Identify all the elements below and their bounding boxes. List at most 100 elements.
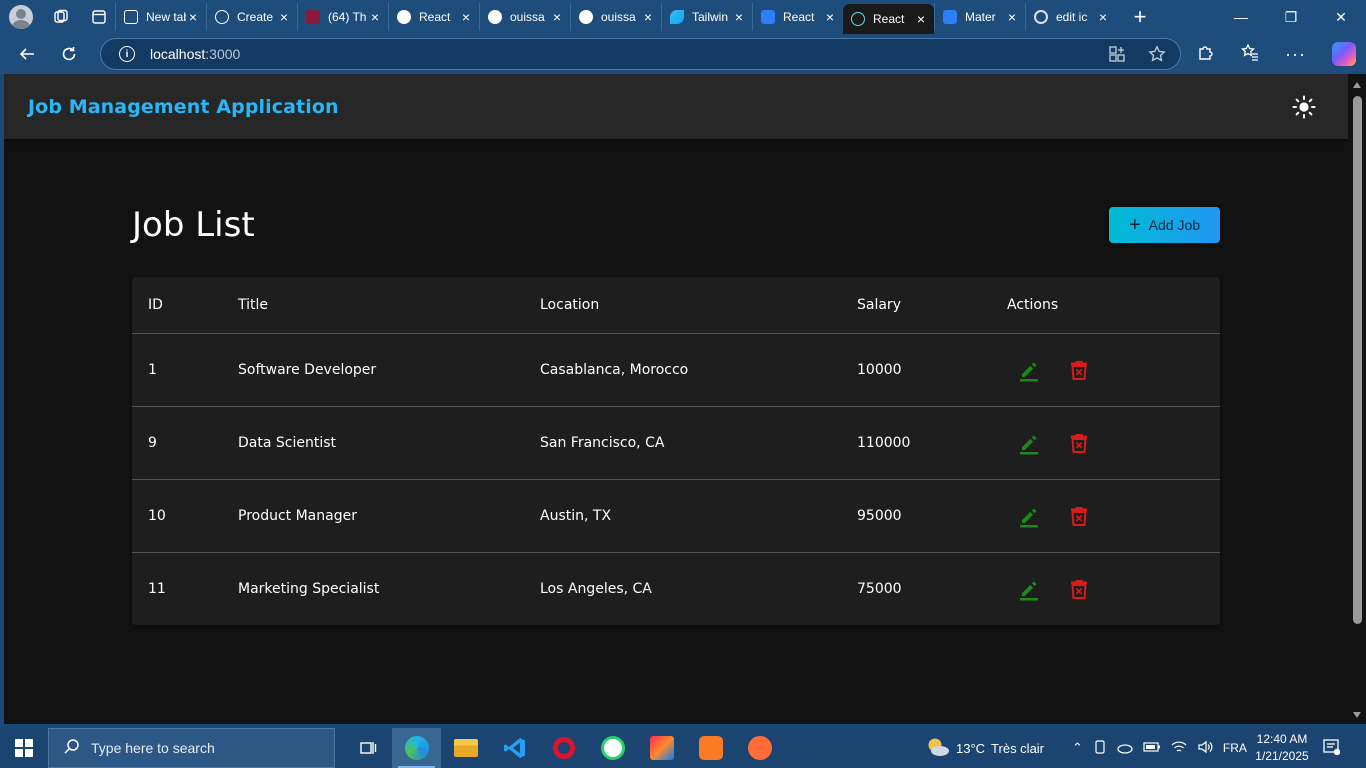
page-scrollbar[interactable] bbox=[1348, 74, 1366, 724]
tray-language[interactable]: FRA bbox=[1223, 741, 1247, 755]
browser-tab[interactable]: New tab × bbox=[115, 3, 206, 31]
scroll-down-arrow[interactable] bbox=[1353, 712, 1361, 718]
add-job-button[interactable]: + Add Job bbox=[1109, 207, 1220, 243]
taskbar-whatsapp[interactable] bbox=[588, 728, 637, 768]
cell-id: 1 bbox=[132, 332, 222, 406]
close-tab-icon[interactable]: × bbox=[1096, 9, 1110, 25]
profile-avatar[interactable] bbox=[9, 5, 33, 29]
theme-toggle-button[interactable] bbox=[1284, 87, 1324, 127]
taskbar-intellij[interactable] bbox=[637, 728, 686, 768]
browser-tab[interactable]: (64) Th × bbox=[297, 3, 388, 31]
xampp-icon bbox=[698, 736, 723, 760]
windows-logo-icon bbox=[15, 739, 33, 757]
tray-chevron-up-icon[interactable]: ⌃ bbox=[1072, 740, 1083, 756]
favorite-star-icon[interactable] bbox=[1148, 45, 1166, 68]
app-available-icon[interactable] bbox=[1108, 45, 1126, 68]
taskbar-file-explorer[interactable] bbox=[441, 728, 490, 768]
cell-location: Casablanca, Morocco bbox=[524, 332, 841, 406]
main-content: Job List + Add Job ID Title Location Sal… bbox=[132, 205, 1220, 625]
browser-tab[interactable]: Tailwin × bbox=[661, 3, 752, 31]
new-tab-icon bbox=[124, 10, 138, 24]
tab-list: New tab × Create × (64) Th × React × ouissa × ouis… bbox=[115, 0, 1116, 34]
workspaces-icon[interactable] bbox=[51, 7, 71, 27]
more-options-icon[interactable]: ··· bbox=[1285, 44, 1306, 65]
close-tab-icon[interactable]: × bbox=[1005, 9, 1019, 25]
delete-icon[interactable] bbox=[1065, 356, 1093, 384]
close-tab-icon[interactable]: × bbox=[186, 9, 200, 25]
mui-icon bbox=[943, 10, 957, 24]
browser-tab[interactable]: edit ic × bbox=[1025, 3, 1116, 31]
restore-button[interactable]: ❐ bbox=[1266, 0, 1316, 34]
tab-label: React bbox=[419, 10, 451, 24]
taskbar-edge[interactable] bbox=[392, 728, 441, 768]
browser-tab[interactable]: ouissa × bbox=[570, 3, 661, 31]
address-bar[interactable]: i localhost:3000 bbox=[100, 38, 1181, 70]
scrollbar-thumb[interactable] bbox=[1353, 96, 1362, 624]
copilot-icon[interactable] bbox=[1332, 42, 1356, 66]
delete-icon[interactable] bbox=[1065, 502, 1093, 530]
notification-center-icon[interactable] bbox=[1322, 738, 1341, 761]
taskbar-opera[interactable] bbox=[539, 728, 588, 768]
taskbar-search[interactable]: Type here to search bbox=[48, 728, 335, 768]
cell-id: 10 bbox=[132, 478, 222, 552]
close-window-button[interactable]: ✕ bbox=[1316, 0, 1366, 34]
edit-icon[interactable] bbox=[1015, 356, 1043, 384]
tab-actions-icon[interactable] bbox=[89, 7, 109, 27]
table-row: 1 Software Developer Casablanca, Morocco 10… bbox=[132, 332, 1220, 406]
delete-icon[interactable] bbox=[1065, 575, 1093, 603]
taskbar-clock[interactable]: 12:40 AM 1/21/2025 bbox=[1250, 731, 1314, 765]
close-tab-icon[interactable]: × bbox=[550, 9, 564, 25]
site-info-icon[interactable]: i bbox=[119, 46, 135, 62]
page-header: Job List + Add Job bbox=[132, 205, 1220, 245]
close-tab-icon[interactable]: × bbox=[732, 9, 746, 25]
window-controls: — ❐ ✕ bbox=[1216, 0, 1366, 34]
cell-location: San Francisco, CA bbox=[524, 405, 841, 479]
close-tab-icon[interactable]: × bbox=[823, 9, 837, 25]
delete-icon[interactable] bbox=[1065, 429, 1093, 457]
edit-icon[interactable] bbox=[1015, 575, 1043, 603]
close-tab-icon[interactable]: × bbox=[277, 9, 291, 25]
back-button[interactable] bbox=[12, 39, 42, 69]
tab-label: New tab bbox=[146, 10, 186, 24]
cell-title: Data Scientist bbox=[222, 405, 524, 479]
taskbar-postman[interactable] bbox=[735, 728, 784, 768]
search-placeholder: Type here to search bbox=[91, 740, 215, 756]
cell-location: Austin, TX bbox=[524, 478, 841, 552]
header-salary: Salary bbox=[857, 296, 901, 313]
task-view-button[interactable] bbox=[343, 728, 392, 768]
jobs-table-container: ID Title Location Salary Actions 1 Softwa… bbox=[132, 277, 1220, 625]
edit-icon[interactable] bbox=[1015, 429, 1043, 457]
edit-icon[interactable] bbox=[1015, 502, 1043, 530]
browser-tab[interactable]: React × bbox=[752, 3, 843, 31]
extensions-icon[interactable] bbox=[1197, 43, 1215, 66]
github-icon bbox=[397, 10, 411, 24]
browser-tab[interactable]: Mater × bbox=[934, 3, 1025, 31]
browser-tab[interactable]: Create × bbox=[206, 3, 297, 31]
close-tab-icon[interactable]: × bbox=[641, 9, 655, 25]
table-row: 9 Data Scientist San Francisco, CA 110000 bbox=[132, 405, 1220, 479]
browser-tab[interactable]: React × bbox=[843, 4, 934, 34]
tray-battery-icon[interactable] bbox=[1143, 741, 1161, 756]
start-button[interactable] bbox=[0, 728, 48, 768]
tray-onedrive-icon[interactable] bbox=[1117, 740, 1133, 757]
favorites-icon[interactable] bbox=[1241, 43, 1259, 66]
taskbar-vscode[interactable] bbox=[490, 728, 539, 768]
tray-wifi-icon[interactable] bbox=[1171, 740, 1187, 757]
minimize-button[interactable]: — bbox=[1216, 0, 1266, 34]
cell-salary: 95000 bbox=[841, 478, 991, 552]
cell-salary: 110000 bbox=[841, 405, 991, 479]
taskbar-xampp[interactable] bbox=[686, 728, 735, 768]
close-tab-icon[interactable]: × bbox=[459, 9, 473, 25]
add-job-label: Add Job bbox=[1148, 217, 1201, 233]
browser-tab[interactable]: React × bbox=[388, 3, 479, 31]
refresh-button[interactable] bbox=[54, 39, 84, 69]
close-tab-icon[interactable]: × bbox=[368, 9, 382, 25]
scroll-up-arrow[interactable] bbox=[1353, 82, 1361, 88]
browser-tab[interactable]: ouissa × bbox=[479, 3, 570, 31]
close-tab-icon[interactable]: × bbox=[914, 11, 928, 27]
folder-icon bbox=[453, 739, 478, 757]
tray-device-icon[interactable] bbox=[1093, 739, 1107, 757]
weather-widget[interactable]: 13°C Très clair bbox=[926, 728, 1044, 768]
new-tab-button[interactable]: + bbox=[1130, 4, 1150, 30]
tray-volume-icon[interactable] bbox=[1197, 740, 1213, 757]
